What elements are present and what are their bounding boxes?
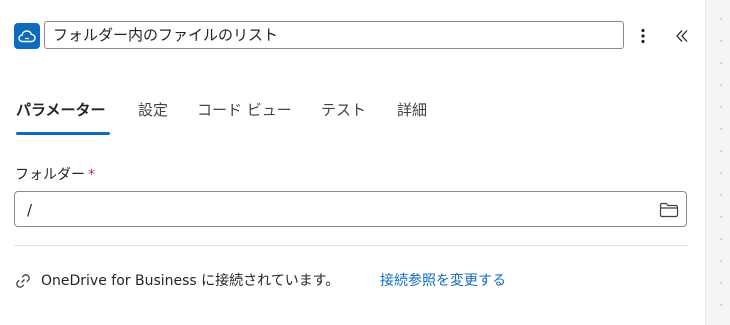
folder-input[interactable]: / xyxy=(14,191,687,227)
tab-test[interactable]: テスト xyxy=(321,98,366,122)
section-divider xyxy=(14,245,688,246)
double-chevron-left-icon[interactable] xyxy=(670,24,694,48)
folder-icon[interactable] xyxy=(658,199,680,221)
canvas-grid-dot xyxy=(720,216,722,218)
change-connection-link[interactable]: 接続参照を変更する xyxy=(380,271,506,291)
canvas-grid-dot xyxy=(720,194,722,196)
tab-parameters[interactable]: パラメーター xyxy=(16,98,106,122)
connection-status-text: OneDrive for Business に接続されています。 xyxy=(41,273,340,289)
canvas-grid-dot xyxy=(720,18,722,20)
canvas-grid-dot xyxy=(720,62,722,64)
canvas-grid-dot xyxy=(720,260,722,262)
tab-code-view[interactable]: コード ビュー xyxy=(197,98,292,122)
canvas-grid-dot xyxy=(720,238,722,240)
canvas-grid-dot xyxy=(720,106,722,108)
folder-field-label: フォルダー * xyxy=(15,165,95,185)
folder-input-value[interactable]: / xyxy=(27,200,32,220)
action-header: フォルダー内のファイルのリスト xyxy=(14,21,694,51)
link-icon xyxy=(14,272,32,290)
canvas-grid-dot xyxy=(720,40,722,42)
action-title-input[interactable]: フォルダー内のファイルのリスト xyxy=(44,21,624,49)
action-details-panel: フォルダー内のファイルのリスト パラメーター 設定 コード ビュー テスト 詳細… xyxy=(0,0,705,325)
canvas-grid-dot xyxy=(720,172,722,174)
tab-settings[interactable]: 設定 xyxy=(138,98,168,122)
canvas-grid-dot xyxy=(720,84,722,86)
required-marker: * xyxy=(88,167,95,183)
canvas-grid-dot xyxy=(720,150,722,152)
active-tab-indicator xyxy=(16,132,110,135)
onedrive-cloud-icon xyxy=(14,23,40,49)
canvas-edge xyxy=(705,0,730,325)
folder-label-text: フォルダー xyxy=(15,167,85,183)
canvas-grid-dot xyxy=(720,282,722,284)
more-vertical-icon[interactable] xyxy=(634,24,652,48)
tab-details[interactable]: 詳細 xyxy=(397,98,427,122)
canvas-grid-dot xyxy=(720,304,722,306)
canvas-grid-dot xyxy=(720,128,722,130)
